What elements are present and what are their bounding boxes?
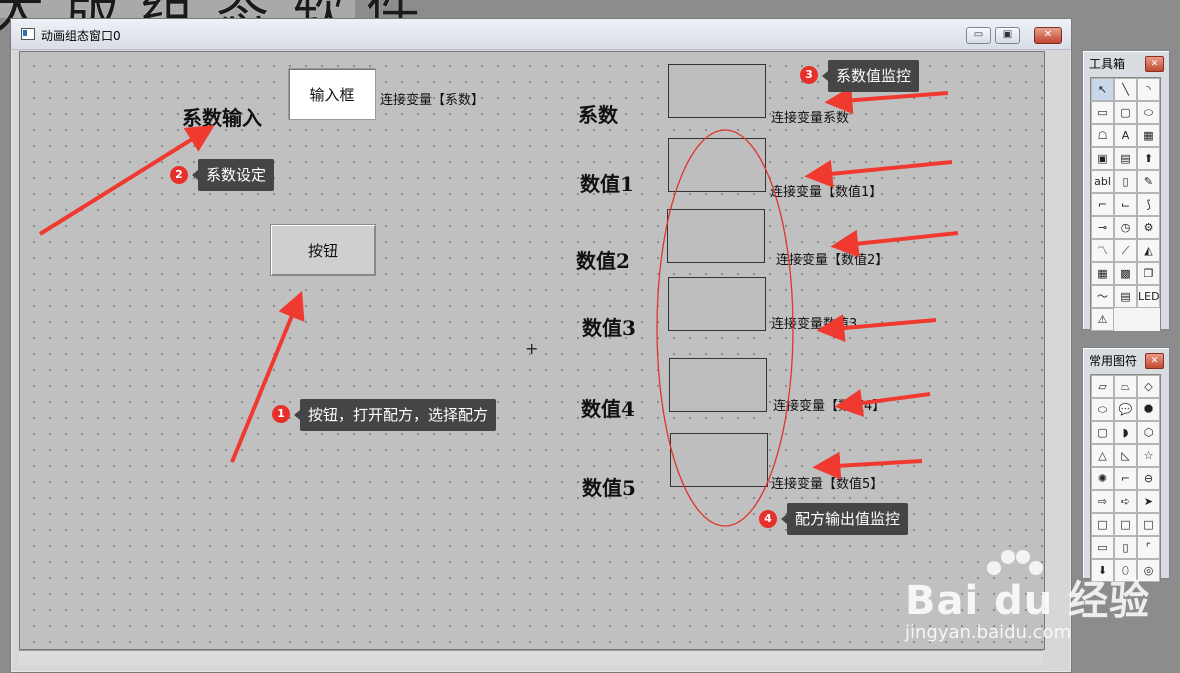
speech-bubble-icon[interactable]: 💬 [1114,398,1137,421]
arrow-to-value1 [804,159,953,188]
toolbox-close-button[interactable]: ✕ [1145,56,1164,72]
arrow-to-value2 [830,229,959,258]
cyan-square2-icon[interactable]: □ [1114,513,1137,536]
octagon-icon[interactable]: ⯃ [1137,398,1160,421]
arrow-to-value5 [812,451,923,480]
input-field-icon[interactable]: ▯ [1114,170,1137,193]
shapes-grid: ▱ ⏢ ◇ ⬭ 💬 ⯃ ▢ ◗ ⬡ △ ◺ ☆ ✺ ⌐ ⊖ ⇨ ➪ ➤ □ □ □ ▭ ▯ ⌜ ⬇ ⬯ ◎ [1090,374,1161,583]
arrow-to-value4 [834,389,931,417]
ellipse-icon[interactable]: ⬭ [1137,101,1160,124]
window-icon[interactable]: ⚠ [1091,308,1114,331]
cylinder-icon[interactable]: ⊖ [1137,467,1160,490]
symbol-gray-icon[interactable]: ▤ [1114,147,1137,170]
polyline-icon[interactable]: ⌐ [1091,193,1114,216]
baidu-url: jingyan.baidu.com [905,622,1072,643]
triangle-icon[interactable]: △ [1091,444,1114,467]
flow-icon[interactable]: ⬆ [1137,147,1160,170]
vertical-bar-icon[interactable]: ▯ [1114,536,1137,559]
polygon-icon[interactable]: ☖ [1091,124,1114,147]
arrow-to-coef-box [824,86,949,115]
parallelogram-icon[interactable]: ▱ [1091,375,1114,398]
ellipse-icon[interactable]: ⬭ [1091,398,1114,421]
star-icon[interactable]: ☆ [1137,444,1160,467]
baidu-logo: Bai du 经验 [905,578,1151,624]
step-icon[interactable]: ⌐ [1114,467,1137,490]
slider-icon[interactable]: ⊸ [1091,216,1114,239]
cyan-square-icon[interactable]: □ [1091,513,1114,536]
line-icon[interactable]: ╲ [1114,78,1137,101]
arrow-to-button [230,290,305,463]
grid-table-icon[interactable]: ▩ [1114,262,1137,285]
arrow-to-value3 [816,314,937,342]
gauge-icon[interactable]: ◷ [1114,216,1137,239]
shapes-panel: 常用图符 ✕ ▱ ⏢ ◇ ⬭ 💬 ⯃ ▢ ◗ ⬡ △ ◺ ☆ ✺ ⌐ ⊖ ⇨ ➪ ➤ □ □ □ ▭ ▯ ⌜ ⬇ ⬯ ◎ [1082,347,1170,583]
table-icon[interactable]: ▦ [1091,262,1114,285]
corner-icon[interactable]: ⌜ [1137,536,1160,559]
toolbox-panel: 工具箱 ✕ ↖ ╲ ◝ ▭ ▢ ⬭ ☖ A ▦ ▣ ▤ ⬆ abl ▯ ✎ ⌐ ⌙ ⟆ ⊸ ◷ ⚙ 〽 ⟋ ◭ ▦ ▩ ❐ 〜 ▤ LED… [1082,50,1170,332]
xy-trend-icon[interactable]: ⟋ [1114,239,1137,262]
switch-icon[interactable]: ◭ [1137,239,1160,262]
delay-icon[interactable]: ◗ [1114,421,1137,444]
arrowhead-icon[interactable]: ➤ [1137,490,1160,513]
callout-3-text: 系数值监控 [821,60,920,92]
callout-3-badge: 3 [800,66,818,84]
rounded-bar-icon[interactable]: ▭ [1091,536,1114,559]
pointer-icon[interactable]: ↖ [1091,78,1114,101]
rotate-icon[interactable]: ⚙ [1137,216,1160,239]
led-icon[interactable]: LED [1137,285,1160,308]
hexagon-icon[interactable]: ⬡ [1137,421,1160,444]
rounded-rect-icon[interactable]: ▢ [1114,101,1137,124]
toolbox-title: 工具箱 [1089,57,1126,71]
callout-4-text: 配方输出值监控 [780,503,909,535]
bitmap-icon[interactable]: ▦ [1137,124,1160,147]
arc-icon[interactable]: ◝ [1137,78,1160,101]
callout-1-text: 按钮，打开配方，选择配方 [293,399,497,431]
callout-4-badge: 4 [759,510,777,528]
label-abl-icon[interactable]: abl [1091,170,1114,193]
right-triangle-icon[interactable]: ◺ [1114,444,1137,467]
gear-shape-icon[interactable]: ✺ [1091,467,1114,490]
cyan-square3-icon[interactable]: □ [1137,513,1160,536]
alarm-icon[interactable]: ✎ [1137,170,1160,193]
toolbox-grid: ↖ ╲ ◝ ▭ ▢ ⬭ ☖ A ▦ ▣ ▤ ⬆ abl ▯ ✎ ⌐ ⌙ ⟆ ⊸ ◷ ⚙ 〽 ⟋ ◭ ▦ ▩ ❐ 〜 ▤ LED ⚠ [1090,77,1161,332]
cube-icon[interactable]: ▢ [1091,421,1114,444]
callout-1-badge: 1 [272,405,290,423]
frame-icon[interactable]: ❐ [1137,262,1160,285]
callout-2-text: 系数设定 [191,159,275,191]
symbol-library-icon[interactable]: ▣ [1091,147,1114,170]
arrow-right-icon[interactable]: ➪ [1114,490,1137,513]
shapes-panel-title: 常用图符 [1089,354,1138,368]
chart-icon[interactable]: 〜 [1091,285,1114,308]
diamond-icon[interactable]: ◇ [1137,375,1160,398]
report-icon[interactable]: ▤ [1114,285,1137,308]
trend-icon[interactable]: 〽 [1091,239,1114,262]
shapes-panel-close-button[interactable]: ✕ [1145,353,1164,369]
text-icon[interactable]: A [1114,124,1137,147]
arrow-outline-icon[interactable]: ⇨ [1091,490,1114,513]
trapezoid-icon[interactable]: ⏢ [1114,375,1137,398]
step-line-icon[interactable]: ⌙ [1114,193,1137,216]
value-boxes-ellipse [656,129,794,527]
curve-icon[interactable]: ⟆ [1137,193,1160,216]
callout-2-badge: 2 [170,166,188,184]
rectangle-icon[interactable]: ▭ [1091,101,1114,124]
